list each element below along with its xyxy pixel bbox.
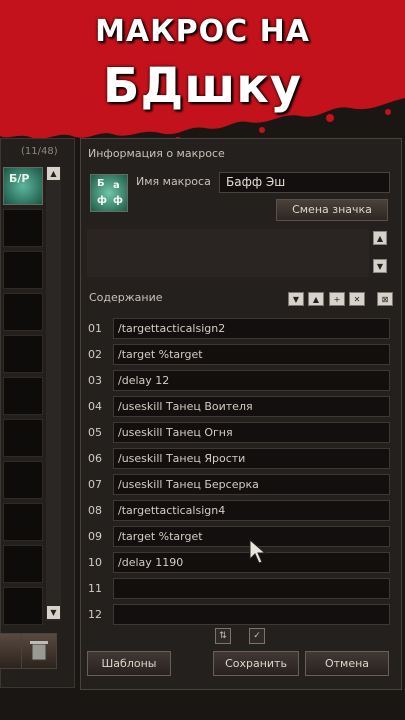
row-number: 12: [88, 608, 102, 621]
macro-command-field[interactable]: /targettacticalsign2: [113, 318, 390, 339]
row-number: 02: [88, 348, 102, 361]
macro-list-scrollbar[interactable]: ▲ ▼: [46, 166, 61, 621]
move-line-down-icon[interactable]: ▼: [288, 292, 304, 306]
macro-slot[interactable]: [3, 377, 43, 415]
scroll-up-icon[interactable]: ▲: [373, 231, 387, 245]
row-number: 07: [88, 478, 102, 491]
row-number: 03: [88, 374, 102, 387]
macro-icon[interactable]: Б а ф ф: [90, 174, 128, 212]
save-button[interactable]: Сохранить: [213, 651, 299, 676]
clear-all-icon[interactable]: ⊠: [377, 292, 393, 306]
macro-slot[interactable]: [3, 335, 43, 373]
mouse-cursor-icon: [249, 539, 267, 564]
add-line-icon[interactable]: +: [329, 292, 345, 306]
import-icon[interactable]: ⇅: [215, 628, 231, 644]
macro-icon-char: ф: [113, 195, 123, 206]
macro-slot[interactable]: [3, 293, 43, 331]
change-icon-button[interactable]: Смена значка: [276, 199, 388, 221]
scroll-down-icon[interactable]: ▼: [373, 259, 387, 273]
macro-command-field[interactable]: /target %target: [113, 344, 390, 365]
content-label: Содержание: [89, 291, 163, 304]
cancel-button[interactable]: Отмена: [305, 651, 389, 676]
macro-slot[interactable]: [3, 419, 43, 457]
macro-slot-icon-label: Б/Р: [9, 172, 30, 185]
macro-slot[interactable]: [3, 461, 43, 499]
row-number: 01: [88, 322, 102, 335]
macro-command-field[interactable]: [113, 604, 390, 625]
row-number: 06: [88, 452, 102, 465]
macro-command-field[interactable]: /useskill Танец Ярости: [113, 448, 390, 469]
macro-icon-char: Б: [97, 178, 105, 189]
banner-line-1: МАКРОС НА: [95, 14, 310, 49]
macro-command-field[interactable]: /delay 12: [113, 370, 390, 391]
macro-slot[interactable]: [3, 503, 43, 541]
macro-command-field[interactable]: /useskill Танец Берсерка: [113, 474, 390, 495]
section-info-title: Информация о макросе: [88, 147, 225, 160]
macro-command-field[interactable]: /useskill Танец Огня: [113, 422, 390, 443]
macro-slot[interactable]: [3, 587, 43, 625]
row-number: 09: [88, 530, 102, 543]
move-line-up-icon[interactable]: ▲: [308, 292, 324, 306]
macro-icon-char: а: [113, 180, 120, 191]
banner-line-2: БДшку: [102, 58, 303, 114]
macro-list-panel: (11/48) Б/Р ▲ ▼: [0, 138, 75, 688]
macro-slot[interactable]: [3, 209, 43, 247]
confirm-icon[interactable]: ✓: [249, 628, 265, 644]
templates-button[interactable]: Шаблоны: [87, 651, 171, 676]
row-number: 08: [88, 504, 102, 517]
macro-info-dialog: Информация о макросе Б а ф ф Имя макроса…: [80, 138, 402, 690]
macro-description-box: [87, 229, 369, 277]
row-number: 04: [88, 400, 102, 413]
macro-name-label: Имя макроса: [136, 175, 211, 188]
row-number: 10: [88, 556, 102, 569]
macro-count: (11/48): [21, 146, 58, 157]
scroll-down-icon[interactable]: ▼: [47, 606, 60, 619]
macro-command-field[interactable]: /targettacticalsign4: [113, 500, 390, 521]
macro-command-field[interactable]: /useskill Танец Воителя: [113, 396, 390, 417]
macro-name-input[interactable]: Бафф Эш: [219, 172, 390, 193]
trash-icon[interactable]: [21, 633, 57, 669]
row-number: 11: [88, 582, 102, 595]
macro-icon-char: ф: [97, 195, 107, 206]
scroll-up-icon[interactable]: ▲: [47, 167, 60, 180]
macro-slot[interactable]: [3, 251, 43, 289]
macro-command-field[interactable]: [113, 578, 390, 599]
delete-line-icon[interactable]: ✕: [349, 292, 365, 306]
macro-slot[interactable]: [3, 545, 43, 583]
macro-slot-selected[interactable]: Б/Р: [3, 167, 43, 205]
row-number: 05: [88, 426, 102, 439]
